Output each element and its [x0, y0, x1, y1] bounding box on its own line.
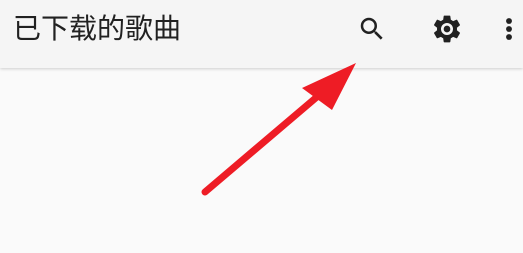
app-window: 已下载的歌曲	[0, 0, 523, 253]
more-options-button[interactable]	[500, 12, 523, 46]
more-vert-icon	[506, 18, 512, 40]
gear-icon	[434, 15, 460, 43]
page-title: 已下载的歌曲	[13, 12, 182, 45]
top-app-bar: 已下载的歌曲	[0, 0, 523, 68]
song-list-area	[0, 70, 523, 253]
settings-button[interactable]	[430, 12, 464, 46]
search-button[interactable]	[355, 12, 389, 46]
search-icon	[360, 17, 383, 40]
